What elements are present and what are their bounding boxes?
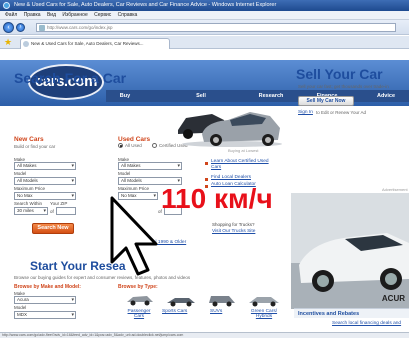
forward-arrow-icon[interactable]: › xyxy=(16,23,25,32)
type-sports-cars-link[interactable]: Sports Cars xyxy=(162,309,187,314)
tab-favicon-icon xyxy=(23,41,29,47)
menu-view[interactable]: Вид xyxy=(47,12,56,18)
menu-tools[interactable]: Сервис xyxy=(94,12,111,18)
nav-buy[interactable]: Buy xyxy=(106,90,144,102)
used-maxprice-label: Maximum Price xyxy=(118,186,150,191)
used-model-label: Model xyxy=(118,171,131,176)
sign-in-link[interactable]: Sign In xyxy=(298,110,313,115)
certified-used-radio[interactable] xyxy=(152,143,157,148)
site-favicon-icon xyxy=(39,25,45,31)
learn-certified-link[interactable]: Learn About Certified Used Cars xyxy=(211,159,269,171)
browse-by-type-label: Browse by Type: xyxy=(118,284,158,290)
search-heading: Search For a Car xyxy=(14,70,127,86)
tab-cars-com[interactable]: New & Used Cars for Sale, Auto Dealers, … xyxy=(20,38,170,49)
sell-subtitle: Sell your car fast; get thousands over t… xyxy=(298,84,389,89)
bullet-icon xyxy=(205,178,208,181)
new-cars-heading: New Cars xyxy=(14,136,44,143)
incentives-link[interactable]: Search local financing deals and xyxy=(332,321,401,326)
ie-logo-icon xyxy=(3,2,10,9)
new-maxprice-select[interactable]: No Max xyxy=(14,192,76,200)
find-dealers-link[interactable]: Find Local Dealers xyxy=(211,175,251,180)
sell-my-car-button[interactable]: Sell My Car Now xyxy=(298,96,354,106)
acura-car-image xyxy=(291,193,409,309)
menu-file[interactable]: Файл xyxy=(5,12,17,18)
used-cars-heading: Used Cars xyxy=(118,136,151,143)
url-text: http://www.cars.com/go/index.jsp xyxy=(47,25,113,30)
sign-in-rest-text: to Edit or Renew Your Ad xyxy=(316,110,367,115)
all-used-label: All Used xyxy=(125,143,142,148)
acura-ad-banner[interactable]: ACUR xyxy=(291,193,409,309)
mouse-cursor-icon xyxy=(110,196,158,276)
new-make-select[interactable]: All Makes xyxy=(14,162,76,170)
new-zip-input[interactable] xyxy=(56,207,76,215)
used-make-select[interactable]: All Makes xyxy=(118,162,182,170)
type-suvs-link[interactable]: SUVs xyxy=(210,309,222,314)
research-subtitle: Browse our buying guides for expert and … xyxy=(14,275,191,280)
new-zip-label: Your ZIP xyxy=(50,201,68,206)
type-green-cars-link[interactable]: Green Cars/ Hybrids xyxy=(244,309,284,319)
ad-label: Advertisement xyxy=(382,187,408,192)
type-passenger-cars-link[interactable]: Passenger Cars xyxy=(122,309,156,319)
featured-cars-image xyxy=(178,112,282,147)
status-bar: http://www.cars.com/go/adv-fleet?adv_id=… xyxy=(0,332,409,338)
search-new-button[interactable]: Search New xyxy=(32,223,74,234)
research-model-label: Model xyxy=(14,305,27,310)
new-of-label: of xyxy=(50,209,54,214)
tab-title: New & Used Cars for Sale, Auto Dealers, … xyxy=(31,41,144,46)
buy-links-heading: Buying at Lowest xyxy=(228,148,259,153)
favorites-star-icon[interactable]: ★ xyxy=(4,38,12,47)
new-model-label: Model xyxy=(14,171,27,176)
window-title: New & Used Cars for Sale, Auto Dealers, … xyxy=(14,2,277,8)
menu-bar: Файл Правка Вид Избранное Сервис Справка xyxy=(0,11,409,20)
trucks-site-link[interactable]: Visit Our Trucks Site xyxy=(212,229,255,234)
all-used-radio[interactable] xyxy=(118,143,123,148)
new-within-label: Search Within xyxy=(14,201,43,206)
browse-by-make-label: Browse by Make and Model: xyxy=(14,284,81,290)
address-bar: ‹ › http://www.cars.com/go/index.jsp xyxy=(0,20,409,35)
sell-heading: Sell Your Car xyxy=(296,66,383,82)
new-model-select[interactable]: All Models xyxy=(14,177,76,185)
new-maxprice-label: Maximum Price xyxy=(14,186,46,191)
trucks-text: Shopping for Trucks? xyxy=(212,222,255,227)
nav-advice[interactable]: Advice xyxy=(362,90,409,102)
title-bar: New & Used Cars for Sale, Auto Dealers, … xyxy=(0,0,409,11)
menu-favorites[interactable]: Избранное xyxy=(62,12,87,18)
tab-bar: ★ New & Used Cars for Sale, Auto Dealers… xyxy=(0,36,409,49)
speed-overlay-text: 110 км/ч xyxy=(161,183,273,214)
incentives-heading: Incentives and Rebates xyxy=(294,308,409,318)
menu-edit[interactable]: Правка xyxy=(24,12,41,18)
research-make-select[interactable]: Acura xyxy=(14,296,76,304)
new-within-select[interactable]: 30 miles xyxy=(14,207,48,215)
new-cars-subtitle: Build or find your car xyxy=(14,144,56,149)
vehicle-type-images xyxy=(127,296,279,307)
url-input[interactable]: http://www.cars.com/go/index.jsp xyxy=(36,23,396,32)
menu-help[interactable]: Справка xyxy=(118,12,138,18)
research-model-select[interactable]: MDX xyxy=(14,311,76,319)
bullet-icon xyxy=(205,162,208,165)
back-arrow-icon[interactable]: ‹ xyxy=(3,22,14,33)
ad-brand-text: ACUR xyxy=(381,294,405,303)
browser-window: New & Used Cars for Sale, Auto Dealers, … xyxy=(0,0,409,338)
